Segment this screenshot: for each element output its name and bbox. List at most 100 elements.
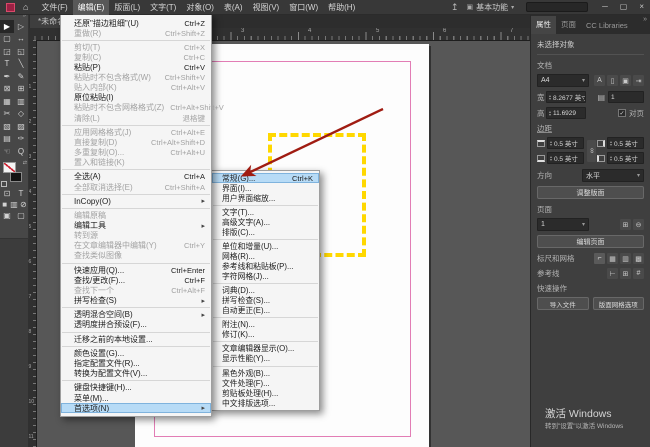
menu-item[interactable]: 菜单(M)...: [61, 393, 211, 403]
menu-item[interactable]: 显示性能(Y)...: [212, 354, 319, 364]
workspace-switcher[interactable]: ▣ 基本功能 ▾: [462, 2, 518, 13]
menu-item[interactable]: 全选(A)Ctrl+A: [61, 172, 211, 182]
type-tool[interactable]: T: [0, 58, 14, 71]
formatting-affects-container[interactable]: ⊡: [0, 188, 14, 199]
vertical-ruler[interactable]: 1234567891011: [28, 40, 37, 447]
menu-item[interactable]: 直接复制(D)Ctrl+Alt+Shift+D: [61, 137, 211, 147]
minimize-button[interactable]: ─: [596, 0, 614, 14]
menu-item[interactable]: 转换为配置文件(V)...: [61, 369, 211, 379]
gradient-tool[interactable]: ▧: [0, 120, 14, 133]
page-tool[interactable]: ▢: [0, 33, 14, 46]
menu-item[interactable]: 重做(R)Ctrl+Shift+Z: [61, 28, 211, 38]
stroke-swatch[interactable]: [10, 172, 22, 182]
selection-tool[interactable]: ▶: [0, 20, 14, 33]
layout-grid-options-button[interactable]: 版面网格选项: [593, 297, 645, 310]
menu-item[interactable]: 透明度拼合预设(F)...: [61, 320, 211, 330]
close-button[interactable]: ×: [633, 0, 650, 14]
menu-item[interactable]: 清除(L)退格键: [61, 113, 211, 123]
apply-color[interactable]: ■: [0, 199, 9, 210]
menu-item[interactable]: 粘贴时不包含网格格式(Z)Ctrl+Alt+Shift+V: [61, 103, 211, 113]
menu-item[interactable]: 全部取消选择(E)Ctrl+Shift+A: [61, 182, 211, 192]
grid-tool[interactable]: ▥: [14, 95, 28, 108]
menu-item[interactable]: 文章编辑器显示(O)...: [212, 344, 319, 354]
delete-page-icon[interactable]: ⊖: [633, 219, 644, 230]
menu-item[interactable]: 还原"描边粗细"(U)Ctrl+Z: [61, 18, 211, 28]
content-placer-tool[interactable]: ◱: [14, 45, 28, 58]
rectangle-tool[interactable]: ⊞: [14, 83, 28, 96]
menu-item[interactable]: 用户界面缩放...: [212, 193, 319, 203]
menu-item[interactable]: 常规(G)...Ctrl+K: [212, 173, 319, 183]
pen-tool[interactable]: ✒: [0, 70, 14, 83]
import-file-button[interactable]: 导入文件: [537, 297, 589, 310]
menubar-item[interactable]: 表(A): [219, 0, 248, 15]
menu-item[interactable]: 查找/更改(F)...Ctrl+F: [61, 275, 211, 285]
facing-pages-checkbox[interactable]: ✓: [618, 109, 626, 117]
menu-item[interactable]: 透明混合空间(B)▸: [61, 310, 211, 320]
add-page-icon[interactable]: ⊞: [620, 219, 631, 230]
menu-item[interactable]: 剪贴板处理(H)...: [212, 388, 319, 398]
note-tool[interactable]: ▤: [0, 133, 14, 146]
content-collector-tool[interactable]: ◲: [0, 45, 14, 58]
panel-collapse-icon[interactable]: »: [643, 16, 647, 23]
margin-right-field[interactable]: ▴▾0.5 英寸: [607, 137, 644, 149]
share-icon[interactable]: ↥: [447, 2, 463, 13]
smart-guides-icon[interactable]: ⊞: [620, 268, 631, 279]
menu-item[interactable]: 拼写检查(S)...: [212, 296, 319, 306]
menu-item[interactable]: 词典(D)...: [212, 286, 319, 296]
adjust-layout-button[interactable]: 调整版面: [537, 186, 644, 199]
fill-swatch-none[interactable]: [3, 162, 16, 173]
table-tool[interactable]: ▦: [0, 95, 14, 108]
direct-selection-tool[interactable]: ▷: [14, 20, 28, 33]
menu-item[interactable]: 粘贴(P)Ctrl+V: [61, 63, 211, 73]
free-transform-tool[interactable]: ◇: [14, 108, 28, 121]
panel-tab-properties[interactable]: 属性: [531, 16, 556, 34]
menu-item[interactable]: 修订(K)...: [212, 330, 319, 340]
menu-item[interactable]: 粘贴时不包含格式(W)Ctrl+Shift+V: [61, 73, 211, 83]
menu-item[interactable]: 贴入内部(K)Ctrl+Alt+V: [61, 83, 211, 93]
width-field[interactable]: ▴▾ 8.2677 英寸: [546, 91, 586, 103]
gradient-feather-tool[interactable]: ▨: [14, 120, 28, 133]
layout-grid-icon[interactable]: ▩: [633, 253, 644, 264]
frame-tool[interactable]: ⊠: [0, 83, 14, 96]
preview-view-mode[interactable]: ▢: [14, 210, 28, 221]
baseline-grid-icon[interactable]: ▦: [607, 253, 618, 264]
margin-bottom-field[interactable]: ▴▾0.5 英寸: [547, 152, 584, 164]
menu-item[interactable]: 复制(C)Ctrl+C: [61, 52, 211, 62]
apply-gradient[interactable]: ▥: [9, 199, 18, 210]
panel-tab-pages[interactable]: 页面: [556, 16, 581, 34]
hand-tool[interactable]: ☜: [0, 145, 14, 158]
direction-select[interactable]: 水平 ▾: [582, 169, 644, 182]
menu-item[interactable]: 编辑原稿: [61, 211, 211, 221]
menu-item[interactable]: 应用网格格式(J)Ctrl+Alt+E: [61, 127, 211, 137]
normal-view-mode[interactable]: ▣: [0, 210, 14, 221]
menubar-item[interactable]: 版面(L): [109, 0, 145, 15]
menu-item[interactable]: 指定配置文件(R)...: [61, 359, 211, 369]
panel-tab-cc-libraries[interactable]: CC Libraries: [581, 18, 633, 34]
search-input[interactable]: [526, 2, 588, 12]
menu-item[interactable]: 首选项(N)▸: [61, 403, 211, 413]
menubar-item[interactable]: 文字(T): [145, 0, 181, 15]
stepper-icon[interactable]: ▴▾: [549, 94, 551, 100]
menu-item[interactable]: 快速应用(Q)...Ctrl+Enter: [61, 265, 211, 275]
lock-guides-icon[interactable]: #: [633, 268, 644, 279]
menu-item[interactable]: 文件处理(F)...: [212, 378, 319, 388]
menu-item[interactable]: 文字(T)...: [212, 207, 319, 217]
menu-item[interactable]: 编辑工具▸: [61, 221, 211, 231]
menu-item[interactable]: 拼写检查(S)▸: [61, 295, 211, 305]
menu-item[interactable]: 置入和链接(K): [61, 158, 211, 168]
menu-item[interactable]: 界面(I)...: [212, 183, 319, 193]
menu-item[interactable]: 在文章编辑器中编辑(Y)Ctrl+Y: [61, 241, 211, 251]
page-count-field[interactable]: 1: [608, 91, 644, 103]
default-swatches-icon[interactable]: [1, 181, 7, 187]
menubar-item[interactable]: 帮助(H): [323, 0, 360, 15]
menu-item[interactable]: InCopy(O)▸: [61, 196, 211, 206]
line-tool[interactable]: ╲: [14, 58, 28, 71]
home-icon[interactable]: ⌂: [23, 3, 28, 12]
show-rulers-icon[interactable]: ⌐: [594, 253, 605, 264]
scissors-tool[interactable]: ✂: [0, 108, 14, 121]
apply-none[interactable]: ⊘: [19, 199, 28, 210]
maximize-button[interactable]: ▢: [614, 0, 634, 14]
margin-top-field[interactable]: ▴▾0.5 英寸: [547, 137, 584, 149]
menu-item[interactable]: 多重复制(O)...Ctrl+Alt+U: [61, 148, 211, 158]
menu-item[interactable]: 单位和增量(U)...: [212, 241, 319, 251]
